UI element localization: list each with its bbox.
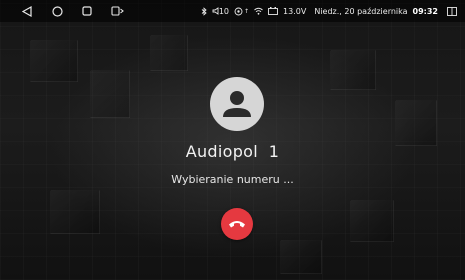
phone-hangup-icon: [229, 221, 245, 228]
background-block: [90, 70, 130, 118]
back-triangle-icon: [22, 5, 32, 17]
call-status-text: Wybieranie numeru ...: [171, 173, 294, 186]
date-text: Niedz., 20 października: [314, 6, 408, 16]
screen-mirror-icon: [110, 6, 124, 16]
status-indicators: 10 ↑ 13.0V Niedz., 20 października 09:32: [201, 4, 457, 18]
phone-call-screen: 10 ↑ 13.0V Niedz., 20 października 09:32…: [0, 0, 465, 280]
person-icon: [223, 91, 251, 117]
background-block: [280, 240, 322, 274]
home-circle-icon: [51, 5, 63, 17]
screen-mirror-button[interactable]: [110, 4, 124, 18]
caller-name: Audiopol 1: [185, 142, 280, 161]
menu-icon[interactable]: [447, 6, 457, 16]
wifi-icon: [254, 7, 263, 15]
background-block: [395, 100, 437, 146]
car-battery-icon: [268, 7, 278, 15]
volume-level: 10: [218, 6, 229, 16]
background-block: [350, 200, 394, 242]
back-button[interactable]: [20, 4, 34, 18]
background-block: [150, 35, 188, 71]
caller-avatar: [210, 77, 264, 131]
home-button[interactable]: [50, 4, 64, 18]
voltage-readout: 13.0V: [283, 6, 307, 16]
background-block: [330, 50, 376, 90]
bluetooth-icon: [201, 6, 207, 16]
clock-time: 09:32: [412, 6, 438, 16]
gps-icon: ↑: [234, 7, 249, 16]
navigation-buttons: [20, 4, 140, 18]
recents-button[interactable]: [80, 4, 94, 18]
hang-up-button[interactable]: [221, 208, 253, 240]
volume-indicator: 10: [212, 7, 229, 16]
speaker-icon: [212, 7, 219, 15]
background-block: [50, 190, 100, 234]
status-bar: 10 ↑ 13.0V Niedz., 20 października 09:32: [0, 0, 465, 22]
recents-square-icon: [82, 6, 92, 16]
background-block: [30, 40, 78, 82]
